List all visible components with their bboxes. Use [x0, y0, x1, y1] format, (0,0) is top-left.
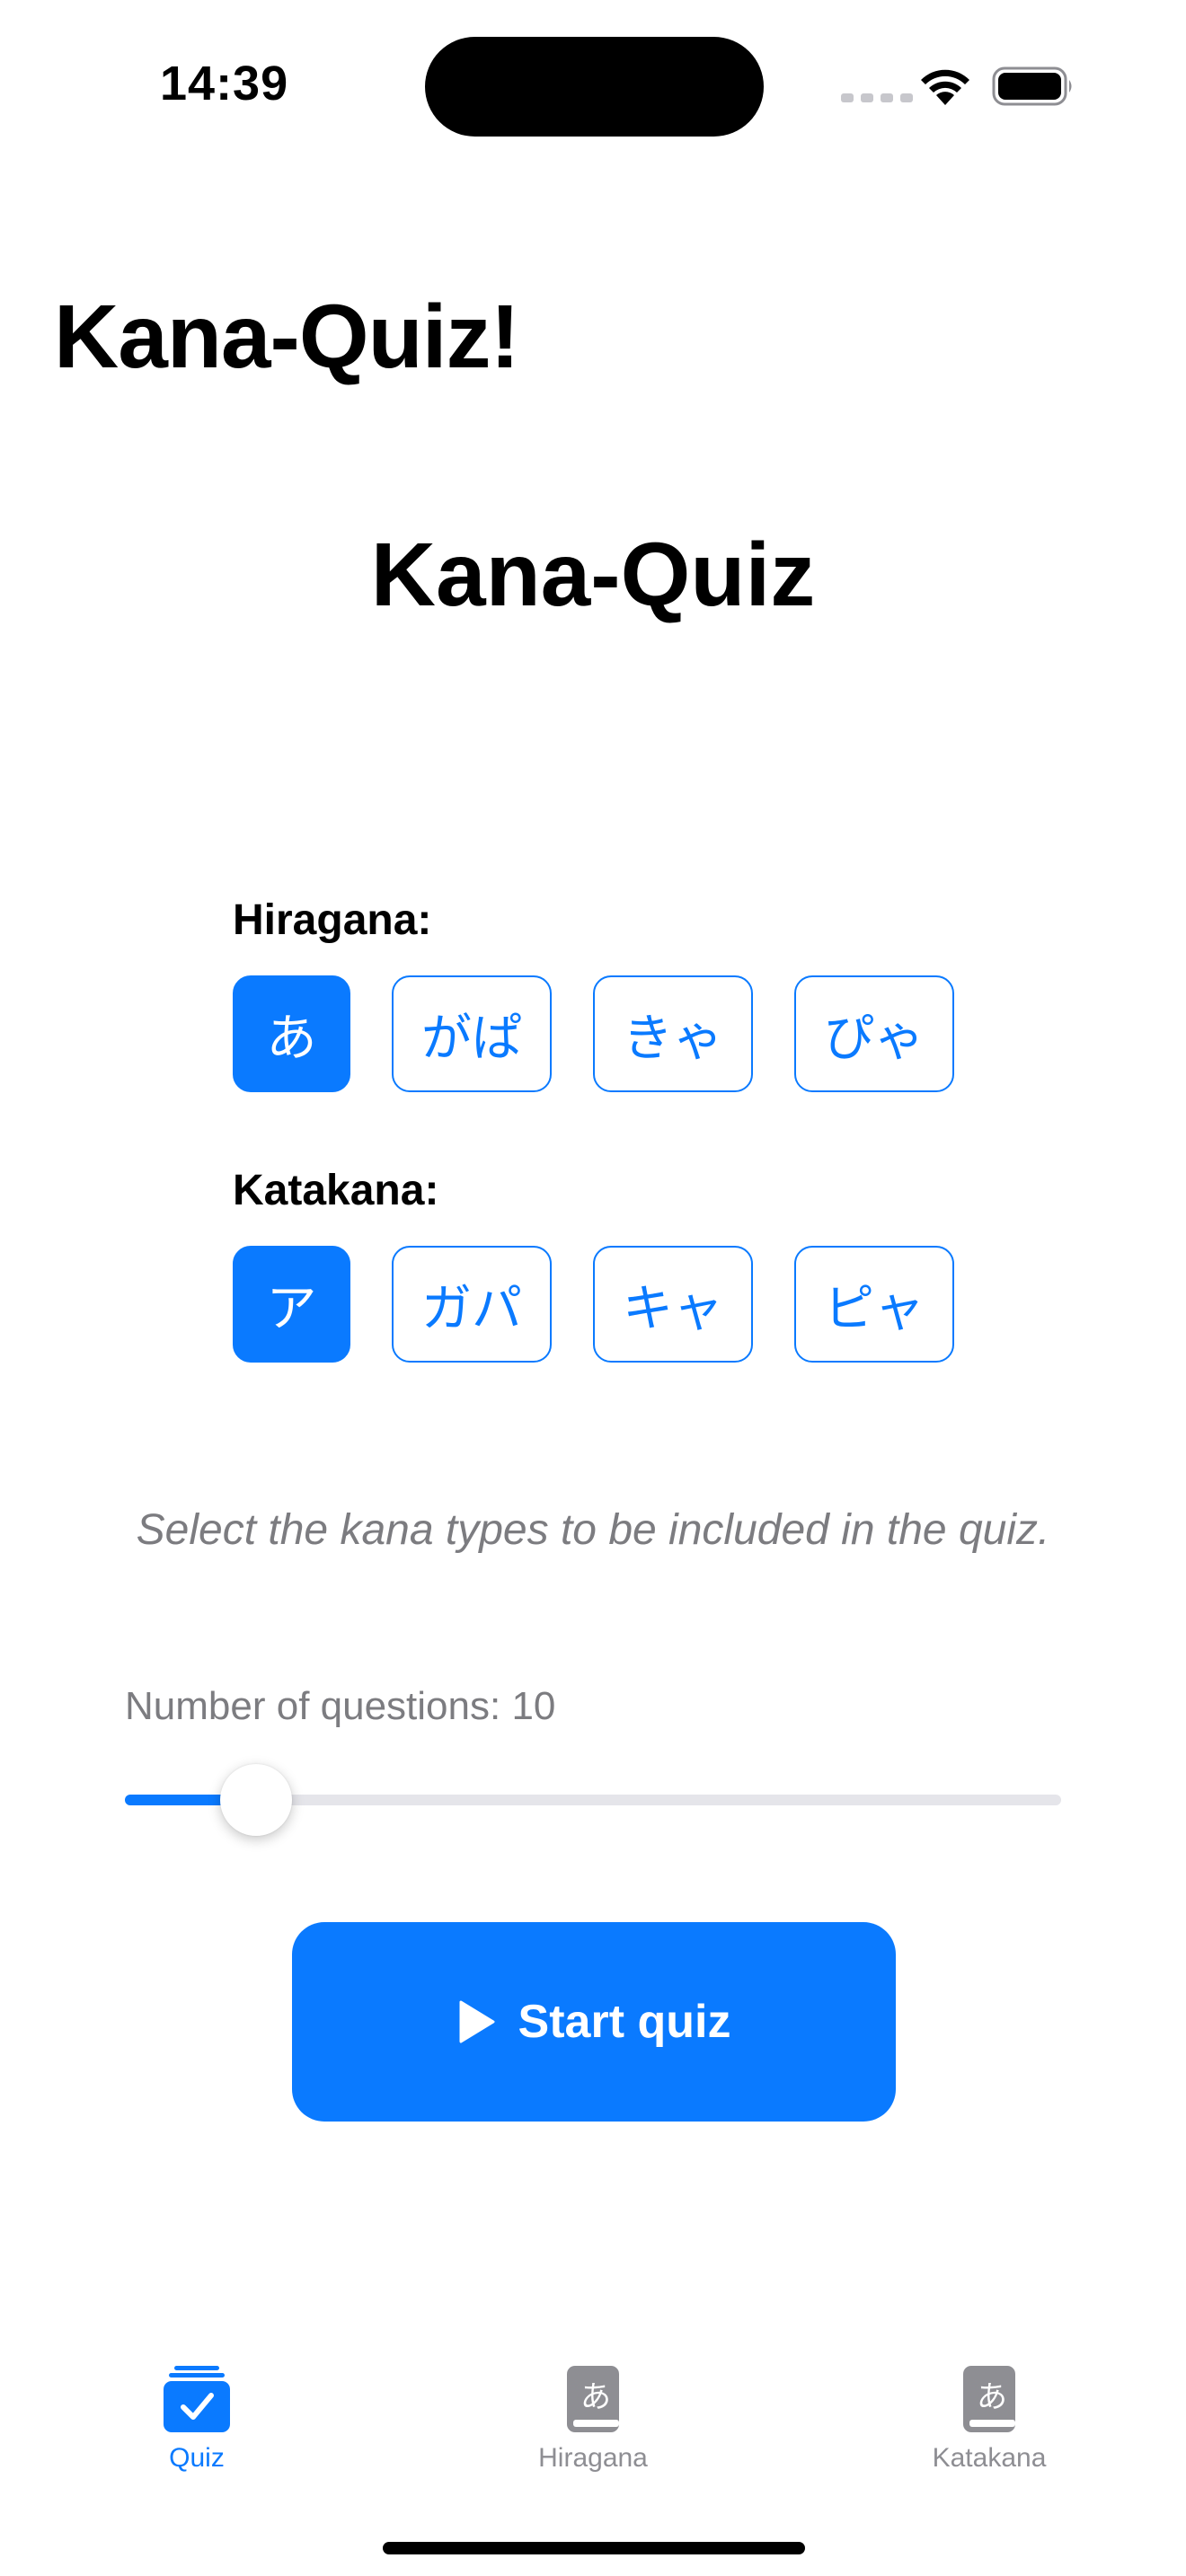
tab-hiragana[interactable]: あ Hiragana [485, 2364, 701, 2474]
battery-icon [992, 66, 1072, 106]
tab-katakana[interactable]: あ Katakana [881, 2364, 1097, 2474]
start-quiz-button[interactable]: Start quiz [292, 1922, 896, 2122]
hiragana-book-icon: あ [567, 2366, 619, 2432]
svg-text:あ: あ [977, 2379, 1007, 2415]
slider-thumb[interactable] [219, 1764, 292, 1836]
hiragana-label: Hiragana: [233, 896, 432, 944]
hiragana-basic-toggle[interactable]: あ [233, 975, 350, 1092]
katakana-combo-dakuten-toggle[interactable]: ピャ [794, 1246, 954, 1363]
katakana-options: ア ガパ キャ ピャ [233, 1246, 954, 1363]
svg-text:あ: あ [580, 2379, 611, 2415]
cellular-signal-icon [841, 93, 913, 102]
nav-title: Kana-Quiz! [54, 287, 520, 387]
status-time: 14:39 [160, 57, 289, 110]
tab-katakana-label: Katakana [932, 2443, 1047, 2473]
katakana-label: Katakana: [233, 1167, 439, 1214]
question-count-slider[interactable] [125, 1764, 1061, 1836]
hiragana-combo-dakuten-toggle[interactable]: ぴゃ [794, 975, 954, 1092]
katakana-basic-toggle[interactable]: ア [233, 1246, 350, 1363]
question-count-label: Number of questions: 10 [125, 1684, 556, 1728]
hiragana-dakuten-toggle[interactable]: がぱ [392, 975, 552, 1092]
tab-quiz-label: Quiz [169, 2443, 225, 2473]
home-indicator [383, 2542, 805, 2554]
tab-quiz[interactable]: Quiz [89, 2364, 305, 2474]
dynamic-island [425, 37, 764, 137]
hiragana-combo-toggle[interactable]: きゃ [593, 975, 753, 1092]
hiragana-options: あ がぱ きゃ ぴゃ [233, 975, 954, 1092]
page-title: Kana-Quiz [370, 525, 816, 625]
play-icon [459, 2000, 495, 2043]
start-quiz-label: Start quiz [518, 1996, 731, 2048]
tab-hiragana-label: Hiragana [538, 2443, 648, 2473]
quiz-stack-check-icon [164, 2366, 230, 2432]
katakana-dakuten-toggle[interactable]: ガパ [392, 1246, 552, 1363]
selection-hint: Select the kana types to be included in … [136, 1506, 1050, 1554]
screen: 14:39 Kana-Quiz! Kana-Quiz Hiragana: あ が… [0, 0, 1186, 2576]
katakana-combo-toggle[interactable]: キャ [593, 1246, 753, 1363]
wifi-icon [921, 69, 969, 105]
katakana-book-icon: あ [963, 2366, 1015, 2432]
